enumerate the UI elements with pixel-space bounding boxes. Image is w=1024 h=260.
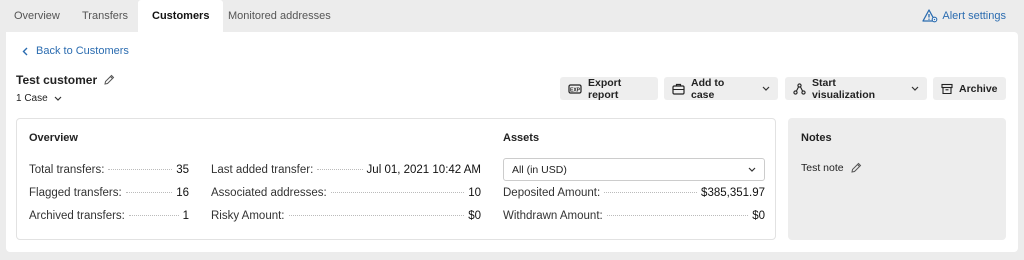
stat-row-risky-amount: Risky Amount: $0 xyxy=(211,210,481,222)
start-visualization-label: Start visualization xyxy=(812,76,876,101)
stat-label: Archived transfers: xyxy=(29,210,125,222)
alert-bell-gear-icon xyxy=(922,9,938,23)
assets-title: Assets xyxy=(503,132,540,144)
pencil-icon[interactable] xyxy=(850,162,862,174)
stat-row-total-transfers: Total transfers: 35 xyxy=(29,164,189,176)
svg-text:EXP: EXP xyxy=(570,87,581,93)
briefcase-icon xyxy=(672,83,685,95)
customer-detail-card: Back to Customers Test customer 1 Case E… xyxy=(6,32,1018,252)
tab-monitored-addresses[interactable]: Monitored addresses xyxy=(214,0,345,32)
archive-label: Archive xyxy=(959,82,998,95)
overview-panel: Overview Total transfers: 35 Flagged tran… xyxy=(16,118,776,240)
notes-title: Notes xyxy=(801,132,832,144)
customer-title: Test customer xyxy=(16,73,115,87)
asset-filter-value: All (in USD) xyxy=(512,163,567,176)
asset-row-withdrawn: Withdrawn Amount: $0 xyxy=(503,210,765,222)
dot-leader xyxy=(128,215,179,216)
stat-value: 10 xyxy=(468,187,481,199)
stat-value: 1 xyxy=(182,210,189,222)
stat-row-associated-addresses: Associated addresses: 10 xyxy=(211,187,481,199)
start-visualization-button[interactable]: Start visualization xyxy=(785,76,927,101)
stat-value: 35 xyxy=(176,164,189,176)
notes-panel: Notes Test note xyxy=(788,118,1006,240)
back-link-label: Back to Customers xyxy=(36,45,129,57)
archive-box-icon xyxy=(941,83,953,95)
export-report-button[interactable]: EXP Export report xyxy=(560,76,658,101)
dot-leader xyxy=(606,215,749,216)
pencil-icon[interactable] xyxy=(103,74,115,86)
dot-leader xyxy=(330,192,465,193)
asset-label: Withdrawn Amount: xyxy=(503,210,603,222)
export-file-icon: EXP xyxy=(568,83,582,95)
note-text: Test note xyxy=(801,162,844,174)
back-to-customers-link[interactable]: Back to Customers xyxy=(22,45,129,57)
stat-label: Total transfers: xyxy=(29,164,105,176)
asset-row-deposited: Deposited Amount: $385,351.97 xyxy=(503,187,765,199)
graph-nodes-icon xyxy=(793,82,806,95)
asset-value: $0 xyxy=(752,210,765,222)
case-count-label: 1 Case xyxy=(16,93,48,104)
stat-row-flagged-transfers: Flagged transfers: 16 xyxy=(29,187,189,199)
chevron-down-icon xyxy=(54,96,62,101)
overview-title: Overview xyxy=(29,132,78,144)
tab-overview[interactable]: Overview xyxy=(0,0,74,32)
tab-customers[interactable]: Customers xyxy=(138,0,224,32)
alert-settings-link[interactable]: Alert settings xyxy=(922,9,1006,23)
stat-row-last-added-transfer: Last added transfer: Jul 01, 2021 10:42 A… xyxy=(211,164,481,176)
dot-leader xyxy=(108,169,173,170)
alert-settings-label: Alert settings xyxy=(942,10,1006,22)
dot-leader xyxy=(288,215,465,216)
asset-value: $385,351.97 xyxy=(701,187,765,199)
asset-label: Deposited Amount: xyxy=(503,187,601,199)
chevron-down-icon xyxy=(911,86,919,91)
add-to-case-button[interactable]: Add to case xyxy=(664,76,778,101)
stat-value: 16 xyxy=(176,187,189,199)
archive-button[interactable]: Archive xyxy=(933,77,1006,100)
tab-bar: Overview Transfers Customers Monitored a… xyxy=(0,0,1024,32)
add-to-case-label: Add to case xyxy=(691,76,725,101)
customer-name: Test customer xyxy=(16,73,98,87)
chevron-left-icon xyxy=(22,47,28,56)
stat-label: Last added transfer: xyxy=(211,164,314,176)
dot-leader xyxy=(125,192,173,193)
chevron-down-icon xyxy=(762,86,770,91)
note-item: Test note xyxy=(801,162,862,174)
stat-value: Jul 01, 2021 10:42 AM xyxy=(366,164,481,176)
chevron-down-icon xyxy=(748,167,756,172)
asset-filter-select[interactable]: All (in USD) xyxy=(503,158,765,181)
stat-label: Associated addresses: xyxy=(211,187,327,199)
case-count-dropdown[interactable]: 1 Case xyxy=(16,93,62,104)
tab-transfers[interactable]: Transfers xyxy=(68,0,142,32)
dot-leader xyxy=(604,192,698,193)
export-report-label: Export report xyxy=(588,76,622,101)
stat-row-archived-transfers: Archived transfers: 1 xyxy=(29,210,189,222)
stat-label: Risky Amount: xyxy=(211,210,285,222)
stat-value: $0 xyxy=(468,210,481,222)
stat-label: Flagged transfers: xyxy=(29,187,122,199)
dot-leader xyxy=(317,169,363,170)
